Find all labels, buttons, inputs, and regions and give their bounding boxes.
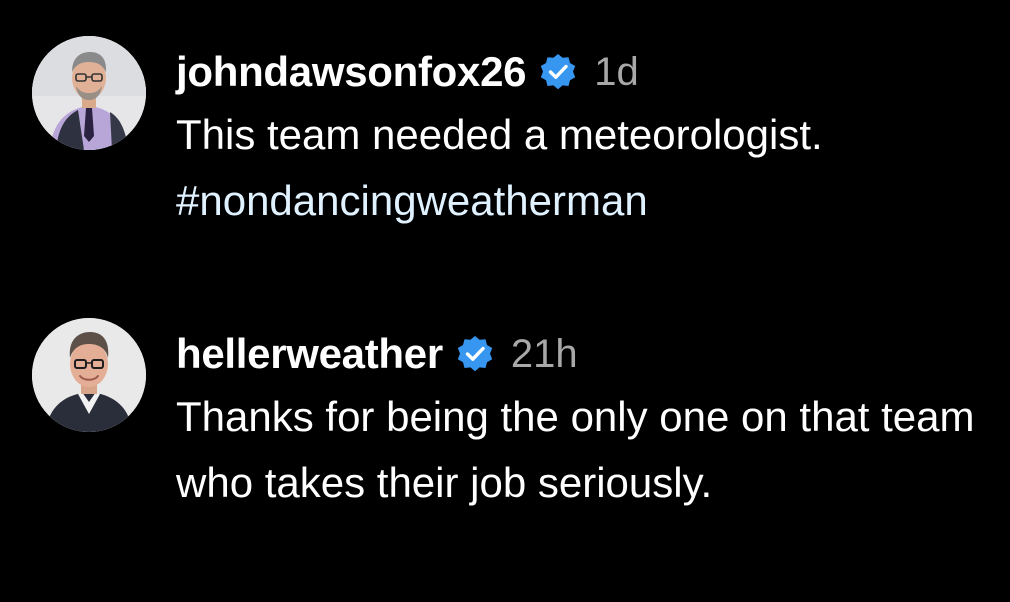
comment-text: This team needed a meteorologist. #nonda… <box>176 102 986 234</box>
comment-content: hellerweather 21h Thanks for being the o… <box>176 330 996 516</box>
username-link[interactable]: hellerweather <box>176 330 443 378</box>
comment-header: johndawsonfox26 1d <box>176 48 996 96</box>
avatar-photo-icon <box>32 318 146 432</box>
timestamp[interactable]: 21h <box>511 332 578 377</box>
comment-text: Thanks for being the only one on that te… <box>176 384 986 516</box>
comment-text-body: This team needed a meteorologist. <box>176 111 823 158</box>
comment-content: johndawsonfox26 1d This team needed a me… <box>176 48 996 234</box>
hashtag-link[interactable]: #nondancingweatherman <box>176 168 986 234</box>
username-link[interactable]: johndawsonfox26 <box>176 48 527 96</box>
avatar[interactable] <box>32 318 146 432</box>
avatar-photo-icon <box>32 36 146 150</box>
timestamp[interactable]: 1d <box>594 50 639 95</box>
verified-badge-icon <box>538 52 578 92</box>
comment-header: hellerweather 21h <box>176 330 996 378</box>
avatar[interactable] <box>32 36 146 150</box>
comment-text-body: Thanks for being the only one on that te… <box>176 393 975 506</box>
verified-badge-icon <box>455 334 495 374</box>
